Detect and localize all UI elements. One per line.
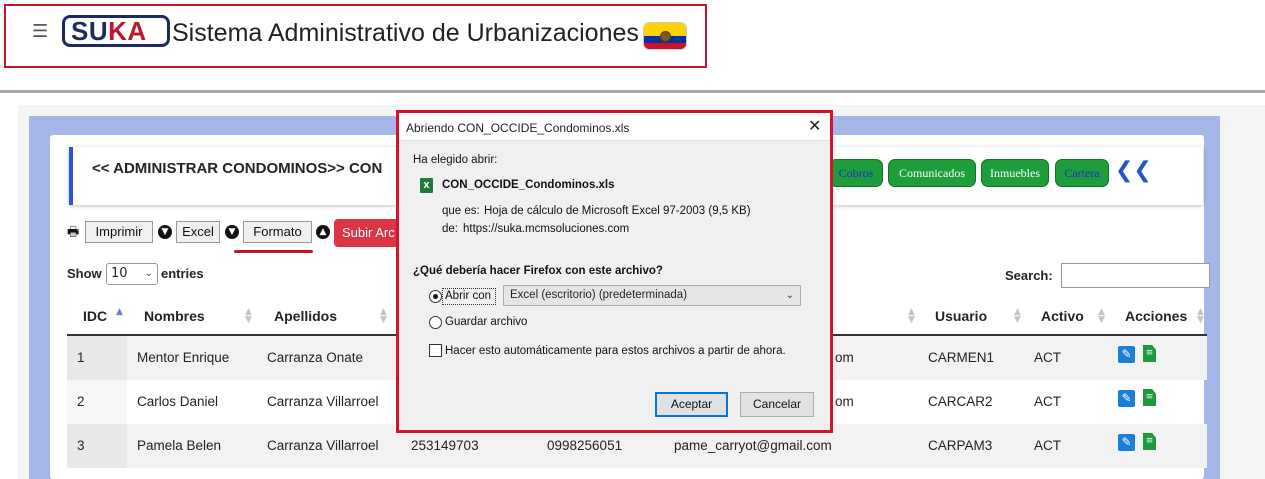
header-divider bbox=[0, 90, 1265, 93]
dialog-title: Abriendo CON_OCCIDE_Condominos.xls bbox=[406, 121, 630, 135]
edit-icon[interactable]: ✎ bbox=[1118, 434, 1135, 451]
logo-text-ka: KA bbox=[108, 16, 147, 46]
app-title: Sistema Administrativo de Urbanizaciones bbox=[172, 19, 639, 47]
file-name: CON_OCCIDE_Condominos.xls bbox=[442, 179, 615, 191]
download-circle-icon: ▼ bbox=[225, 225, 239, 239]
cell-apellidos: Carranza Onate bbox=[267, 350, 364, 365]
cell-usuario: CARCAR2 bbox=[928, 394, 993, 409]
inmuebles-button[interactable]: Inmuebles bbox=[981, 159, 1049, 187]
question-label: ¿Qué debería hacer Firefox con este arch… bbox=[413, 265, 663, 277]
upload-button[interactable]: Subir Arc bbox=[334, 219, 404, 247]
table-row bbox=[67, 468, 1207, 479]
excel-file-icon: X bbox=[420, 178, 433, 193]
chevrons-left-icon[interactable]: ❮❮ bbox=[1115, 159, 1152, 183]
column-header-activo[interactable]: Activo bbox=[1041, 308, 1084, 324]
edit-icon[interactable]: ✎ bbox=[1118, 346, 1135, 363]
cell-activo: ACT bbox=[1034, 350, 1061, 365]
close-icon[interactable]: ✕ bbox=[808, 116, 821, 136]
column-header-idc[interactable]: IDC bbox=[83, 308, 107, 324]
accept-button[interactable]: Aceptar bbox=[655, 392, 728, 417]
ecuador-flag-icon bbox=[643, 22, 687, 50]
entries-label: entries bbox=[161, 266, 204, 281]
document-icon[interactable]: ≡ bbox=[1143, 389, 1156, 406]
download-circle-icon: ▼ bbox=[158, 225, 172, 239]
from-label: de: bbox=[442, 223, 458, 235]
column-header-acciones[interactable]: Acciones bbox=[1125, 308, 1187, 324]
chosen-label: Ha elegido abrir: bbox=[413, 154, 498, 166]
open-with-label[interactable]: Abrir con bbox=[445, 290, 491, 302]
cancel-button[interactable]: Cancelar bbox=[740, 392, 814, 417]
column-header-usuario[interactable]: Usuario bbox=[935, 308, 987, 324]
excel-button[interactable]: Excel bbox=[176, 221, 220, 243]
cell-telefono: 0998256051 bbox=[547, 438, 623, 453]
cell-idc: 1 bbox=[77, 350, 85, 365]
page-title: << ADMINISTRAR CONDOMINOS>> CON bbox=[92, 160, 383, 177]
format-button[interactable]: Formato bbox=[243, 221, 312, 243]
application-value: Excel (escritorio) (predeterminada) bbox=[510, 289, 688, 301]
upload-circle-icon: ▲ bbox=[316, 225, 330, 239]
entries-select[interactable]: 10 ⌄ bbox=[106, 263, 158, 285]
cartera-button[interactable]: Cartera bbox=[1055, 159, 1109, 187]
sort-asc-icon: ▲ bbox=[116, 307, 123, 317]
application-select[interactable]: Excel (escritorio) (predeterminada) ⌄ bbox=[503, 285, 801, 306]
cell-email: om bbox=[835, 350, 854, 365]
open-with-radio[interactable] bbox=[429, 290, 442, 303]
auto-checkbox[interactable] bbox=[429, 344, 442, 357]
sort-icon: ▲ ▼ bbox=[1098, 307, 1105, 325]
document-icon[interactable]: ≡ bbox=[1143, 345, 1156, 362]
cell-nombres: Pamela Belen bbox=[137, 438, 222, 453]
print-icon: 🖶 bbox=[67, 225, 80, 240]
dialog-body bbox=[399, 141, 830, 372]
cell-apellidos: Carranza Villarroel bbox=[267, 438, 379, 453]
suka-logo: SUKA bbox=[62, 15, 170, 47]
menu-icon[interactable]: ☰ bbox=[32, 23, 48, 41]
cell-email: om bbox=[835, 394, 854, 409]
sort-icon: ▲ ▼ bbox=[1014, 307, 1021, 325]
print-button[interactable]: Imprimir bbox=[85, 221, 153, 243]
save-file-label[interactable]: Guardar archivo bbox=[445, 316, 527, 328]
cobros-button[interactable]: Cobros bbox=[829, 159, 883, 187]
cell-nombres: Mentor Enrique bbox=[137, 350, 230, 365]
column-header-nombres[interactable]: Nombres bbox=[144, 308, 205, 324]
cell-apellidos: Carranza Villarroel bbox=[267, 394, 379, 409]
from-value: https://suka.mcmsoluciones.com bbox=[463, 223, 630, 235]
auto-label[interactable]: Hacer esto automáticamente para estos ar… bbox=[445, 345, 786, 357]
cell-usuario: CARPAM3 bbox=[928, 438, 993, 453]
search-label: Search: bbox=[1005, 268, 1053, 283]
logo-text-su: SU bbox=[71, 16, 109, 46]
entries-value: 10 bbox=[111, 266, 128, 281]
cell-idc: 3 bbox=[77, 438, 85, 453]
cell-activo: ACT bbox=[1034, 438, 1061, 453]
cell-nombres: Carlos Daniel bbox=[137, 394, 219, 409]
type-value: Hoja de cálculo de Microsoft Excel 97-20… bbox=[484, 205, 751, 217]
show-label: Show bbox=[67, 266, 102, 281]
document-icon[interactable]: ≡ bbox=[1143, 433, 1156, 450]
type-label: que es: bbox=[442, 205, 480, 217]
sort-icon: ▲ ▼ bbox=[245, 307, 252, 325]
cell-activo: ACT bbox=[1034, 394, 1061, 409]
format-underline bbox=[234, 250, 313, 253]
chevron-down-icon: ⌄ bbox=[785, 290, 794, 301]
cell-idc: 2 bbox=[77, 394, 85, 409]
save-file-radio[interactable] bbox=[429, 316, 442, 329]
comunicados-button[interactable]: Comunicados bbox=[888, 159, 976, 187]
search-input[interactable] bbox=[1061, 263, 1210, 288]
column-header-apellidos[interactable]: Apellidos bbox=[274, 308, 337, 324]
cell-cedula: 253149703 bbox=[411, 438, 479, 453]
sort-icon: ▲ ▼ bbox=[1197, 307, 1204, 325]
sort-icon: ▲ ▼ bbox=[908, 307, 915, 325]
sort-icon: ▲ ▼ bbox=[380, 307, 387, 325]
cell-email: pame_carryot@gmail.com bbox=[674, 438, 832, 453]
edit-icon[interactable]: ✎ bbox=[1118, 390, 1135, 407]
cell-usuario: CARMEN1 bbox=[928, 350, 995, 365]
chevron-down-icon: ⌄ bbox=[144, 268, 153, 279]
